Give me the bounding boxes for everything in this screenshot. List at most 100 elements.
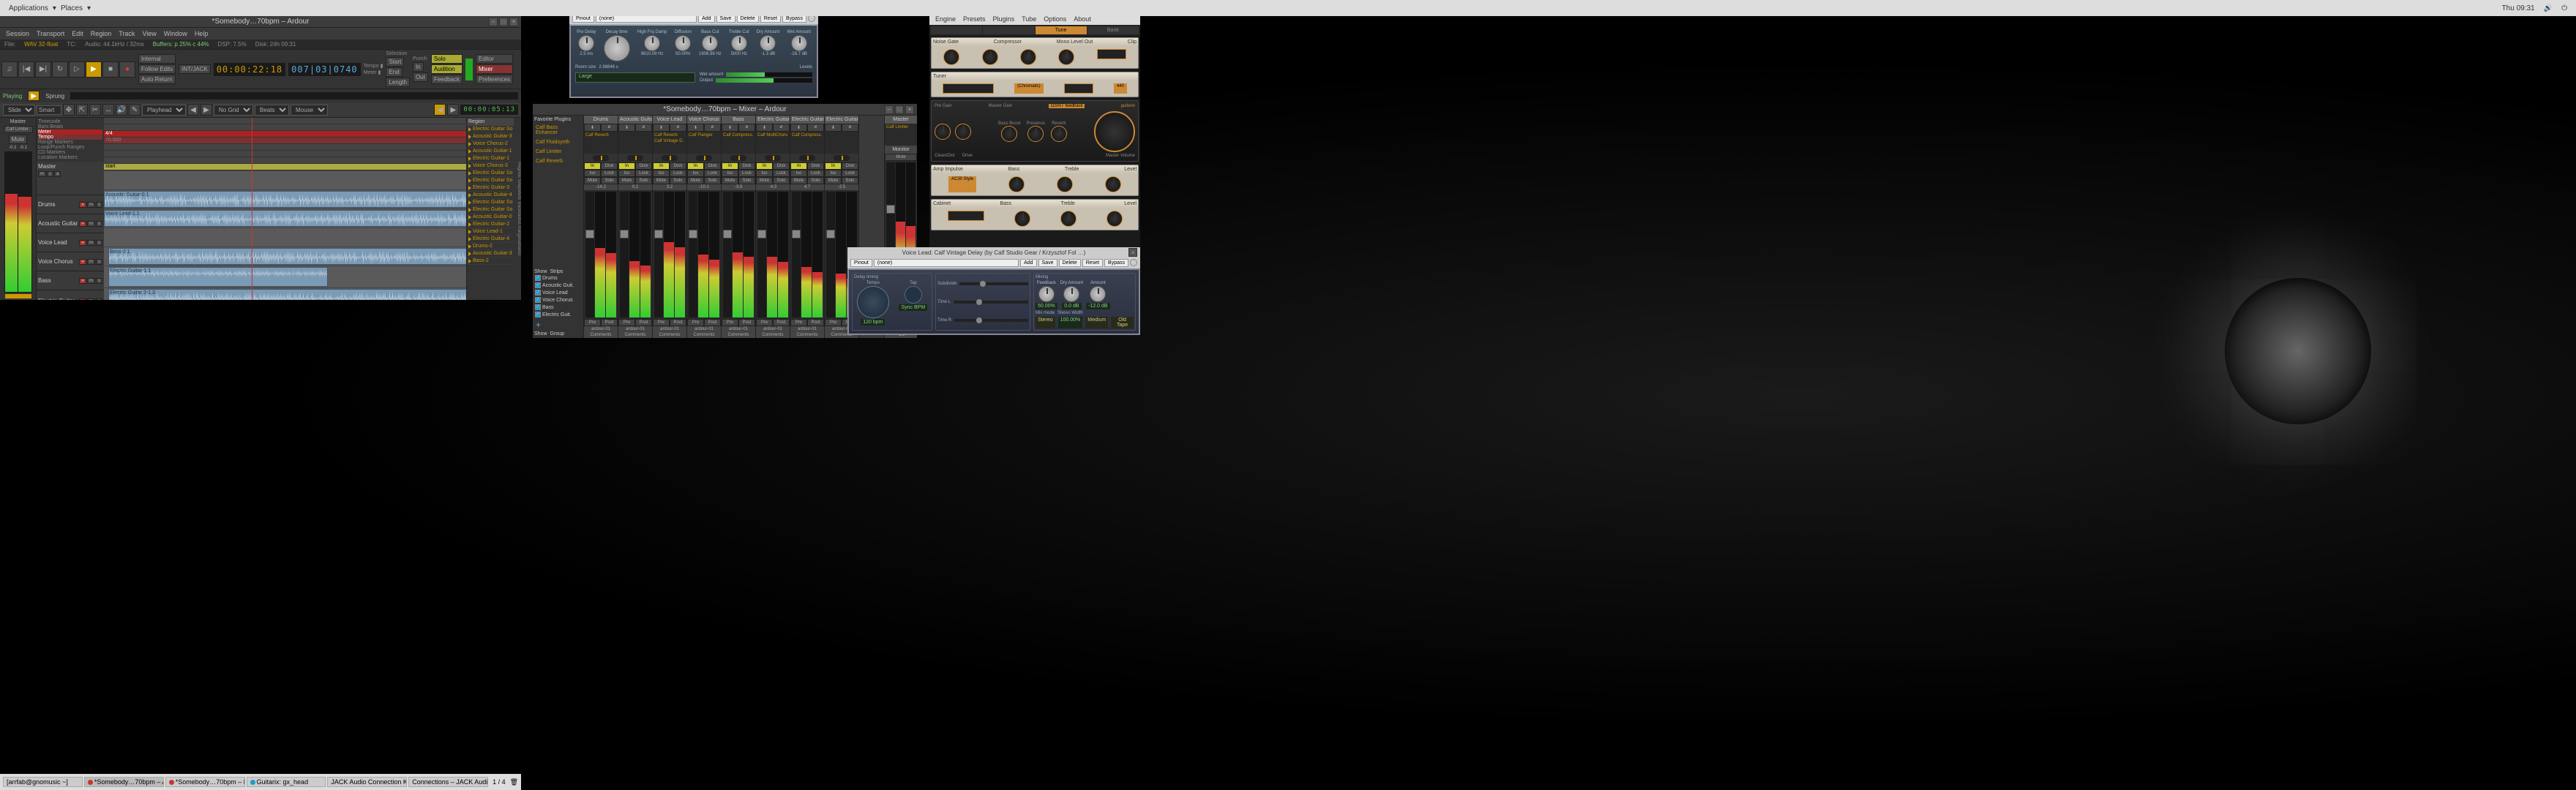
record-button[interactable]: ● [119,61,135,78]
disk-button[interactable]: Disk [670,162,686,170]
mixer-title-bar[interactable]: *Somebody…70bpm – Mixer – Ardour – □ × [533,104,917,116]
trash-icon[interactable]: 🗑 [510,778,518,786]
lock-button[interactable]: Lock [704,170,721,177]
disk-button[interactable]: Disk [773,162,790,170]
pan-control[interactable] [765,155,781,161]
post-button[interactable]: Post [704,319,721,326]
bass-boost-knob[interactable] [1001,126,1017,142]
pre-button[interactable]: Pre [653,319,670,326]
tuner-ref[interactable]: 440 [1114,83,1127,94]
shuttle-slider[interactable] [70,92,518,99]
fader[interactable] [585,192,594,317]
monitor-label[interactable]: Monitor [885,146,917,154]
cab-bass-knob[interactable] [1014,211,1030,227]
cabinet-select[interactable] [948,211,984,221]
secondary-clock[interactable]: 007|03|0740 [288,63,360,76]
iso-button[interactable]: Iso [653,170,670,177]
region-list-item[interactable]: Electric Guitar-3 [467,184,514,192]
pre-gain-knob[interactable] [935,124,951,140]
iso-button[interactable]: Iso [756,170,773,177]
reverb-knob-treble-cut[interactable]: Treble Cut5000 Hz [729,30,749,62]
in-button[interactable]: In [584,162,601,170]
int-jack-button[interactable]: INT/JACK [179,64,211,74]
solo-button[interactable]: Solo [704,177,721,184]
fav-plugin[interactable]: Calf Limiter [534,148,582,156]
pre-button[interactable]: Pre [722,319,738,326]
old-tape-toggle[interactable]: Old Tape [1111,317,1134,328]
input-button[interactable]: ⬇ [722,124,738,132]
maximize-button[interactable]: □ [499,18,508,26]
task-item[interactable]: *Somebody…70bpm – Mixer – A… [165,777,245,787]
pan-control[interactable] [627,155,643,161]
auto-return-toggle[interactable]: Auto Return [138,75,176,84]
play-button[interactable]: ▶ [86,61,102,78]
input-button[interactable]: ⬇ [756,124,773,132]
reverb-knob-wet-amount[interactable]: Wet Amount-18.7 dB [787,30,811,62]
cab-level-knob[interactable] [1107,211,1123,227]
iso-button[interactable]: Iso [722,170,738,177]
subdivide-slider[interactable] [959,282,1028,285]
in-button[interactable]: In [618,162,635,170]
track-lane[interactable]: Electric Guitar 2-1.3 [104,288,466,300]
master-fader-mini[interactable] [5,294,31,298]
post-button[interactable]: Post [635,319,652,326]
time-r-slider[interactable] [954,319,1028,322]
applications-menu[interactable]: Applications [4,3,53,14]
region-list-item[interactable]: Acoustic Guitar-3 [467,250,514,257]
track-lane[interactable]: Voice Lead-1.1 [104,209,466,228]
menu-track[interactable]: Track [116,29,138,38]
strip-visibility-check[interactable]: ✓Voice Lead [534,289,582,296]
ai-treble-knob[interactable] [1057,176,1073,192]
audio-region[interactable]: Acoustic Guitar-0.1 [104,191,466,208]
track-lane[interactable] [104,171,466,190]
region-list-item[interactable]: Electric Guitar So [467,177,514,184]
audio-region[interactable]: Voice Lead-1.1 [104,210,466,227]
post-button[interactable]: Post [670,319,686,326]
strip-name[interactable]: Electric Guitar Solo [825,116,858,124]
solo-button[interactable]: Solo [807,177,824,184]
presence-knob[interactable] [1027,126,1044,142]
pre-button[interactable]: Pre [825,319,842,326]
ai-bass-knob[interactable] [1008,176,1025,192]
places-menu[interactable]: Places [56,3,87,14]
audition-tool[interactable]: 🔊 [116,104,127,116]
audio-region[interactable]: Electric Guitar 2-1.3 [108,289,466,300]
input-button[interactable]: ⬇ [825,124,842,132]
polarity-button[interactable]: ø [773,124,790,132]
task-item[interactable]: Connections – JACK Audio Con… [408,777,488,787]
disk-button[interactable]: Disk [601,162,618,170]
output-routing[interactable]: ardour-01 [618,326,652,332]
task-item[interactable]: Guitarix: gx_head [247,777,326,787]
sel-length[interactable]: Length [386,78,409,87]
comments-button[interactable]: Comments [790,332,824,338]
region-list-item[interactable]: Electric Guitar-1 [467,155,514,162]
menu-transport[interactable]: Transport [34,29,67,38]
nudge-fwd[interactable]: ▶ [201,104,212,116]
reverb-knob-pre-delay[interactable]: Pre Delay2.5 ms [577,30,596,62]
polarity-button[interactable]: ø [842,124,858,132]
pan-control[interactable] [696,155,712,161]
disk-button[interactable]: Disk [738,162,755,170]
master-track-header[interactable]: Master msa [37,162,104,195]
pre-button[interactable]: Pre [756,319,773,326]
lock-button[interactable]: Lock [601,170,618,177]
post-button[interactable]: Post [601,319,618,326]
sel-end[interactable]: End [386,67,402,77]
pan-control[interactable] [834,155,850,161]
in-button[interactable]: In [687,162,704,170]
post-button[interactable]: Post [807,319,824,326]
strip-name[interactable]: Bass [722,116,755,124]
primary-clock[interactable]: 00:00:22:18 [214,63,285,76]
clock[interactable]: Thu 09:31 [2498,3,2539,14]
time-l-slider[interactable] [954,301,1028,304]
strip-name[interactable]: Voice Chorus [687,116,721,124]
fader[interactable] [689,192,697,317]
region-list-item[interactable]: Drums-2 [467,243,514,250]
edit-mode-select[interactable]: Slide [3,105,35,116]
comments-button[interactable]: Comments [618,332,652,338]
clip-knob[interactable] [1058,49,1074,65]
master-volume-knob[interactable] [1094,111,1135,152]
cab-treble-knob[interactable] [1060,211,1077,227]
region-list-item[interactable]: Acoustic Guitar-1 [467,148,514,155]
midi-panic-button[interactable]: ♫ [1,61,18,78]
